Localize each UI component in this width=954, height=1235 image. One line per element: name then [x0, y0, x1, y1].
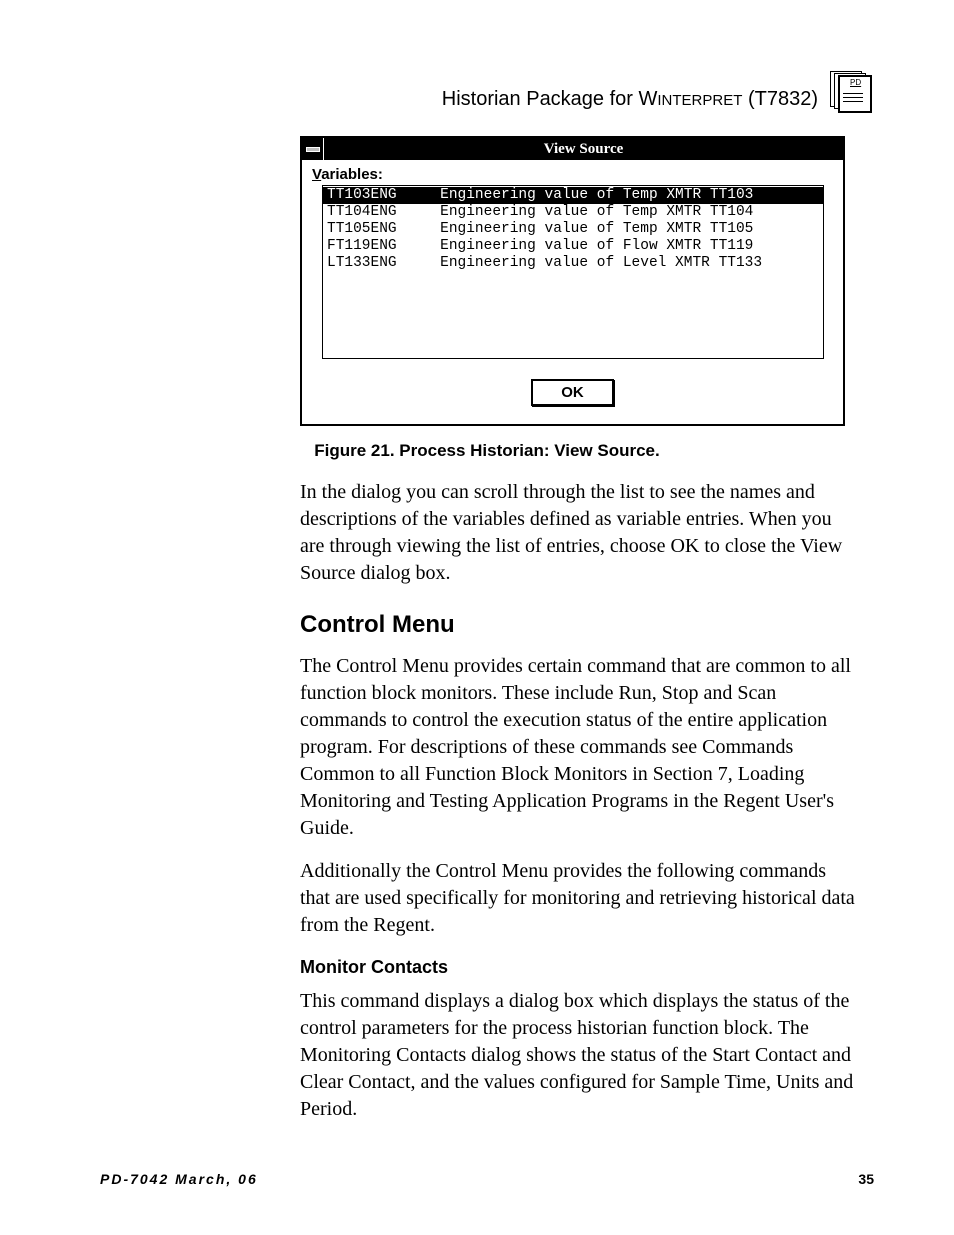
- page-header: Historian Package for WINTERPRET (T7832)…: [100, 70, 874, 111]
- figure-caption: Figure 21. Process Historian: View Sourc…: [100, 441, 874, 461]
- heading-monitor-contacts: Monitor Contacts: [300, 955, 860, 979]
- header-title-suffix: (T7832): [742, 88, 818, 110]
- document-stack-icon: PD: [828, 71, 874, 111]
- variables-label: Variables:: [312, 166, 833, 183]
- header-title-prefix: Historian Package for W: [442, 88, 658, 110]
- variables-listbox[interactable]: TT103ENG Engineering value of Temp XMTR …: [322, 185, 824, 359]
- list-item[interactable]: TT103ENG Engineering value of Temp XMTR …: [323, 187, 823, 204]
- footer-doc-id: PD-7042 March, 06: [100, 1171, 258, 1187]
- paragraph: This command displays a dialog box which…: [300, 988, 860, 1123]
- header-title: Historian Package for WINTERPRET (T7832): [442, 88, 818, 111]
- heading-control-menu: Control Menu: [300, 609, 860, 641]
- paragraph: The Control Menu provides certain comman…: [300, 653, 860, 842]
- list-item[interactable]: TT105ENG Engineering value of Temp XMTR …: [323, 221, 823, 238]
- header-title-small: INTERPRET: [657, 92, 742, 109]
- dialog-title: View Source: [324, 141, 843, 158]
- list-item[interactable]: FT119ENG Engineering value of Flow XMTR …: [323, 238, 823, 255]
- list-item[interactable]: TT104ENG Engineering value of Temp XMTR …: [323, 204, 823, 221]
- page-footer: PD-7042 March, 06 35: [100, 1171, 874, 1187]
- dialog-titlebar[interactable]: View Source: [302, 138, 843, 160]
- header-icon-label: PD: [850, 78, 861, 87]
- system-menu-icon[interactable]: [302, 138, 324, 160]
- body-content: In the dialog you can scroll through the…: [300, 479, 860, 1123]
- list-item[interactable]: LT133ENG Engineering value of Level XMTR…: [323, 255, 823, 272]
- page: Historian Package for WINTERPRET (T7832)…: [0, 0, 954, 1235]
- paragraph: In the dialog you can scroll through the…: [300, 479, 860, 587]
- view-source-dialog: View Source Variables: TT103ENG Engineer…: [300, 136, 845, 426]
- ok-button[interactable]: OK: [531, 379, 614, 406]
- footer-page-number: 35: [858, 1171, 874, 1187]
- paragraph: Additionally the Control Menu provides t…: [300, 858, 860, 939]
- variables-label-rest: ariables:: [321, 166, 383, 183]
